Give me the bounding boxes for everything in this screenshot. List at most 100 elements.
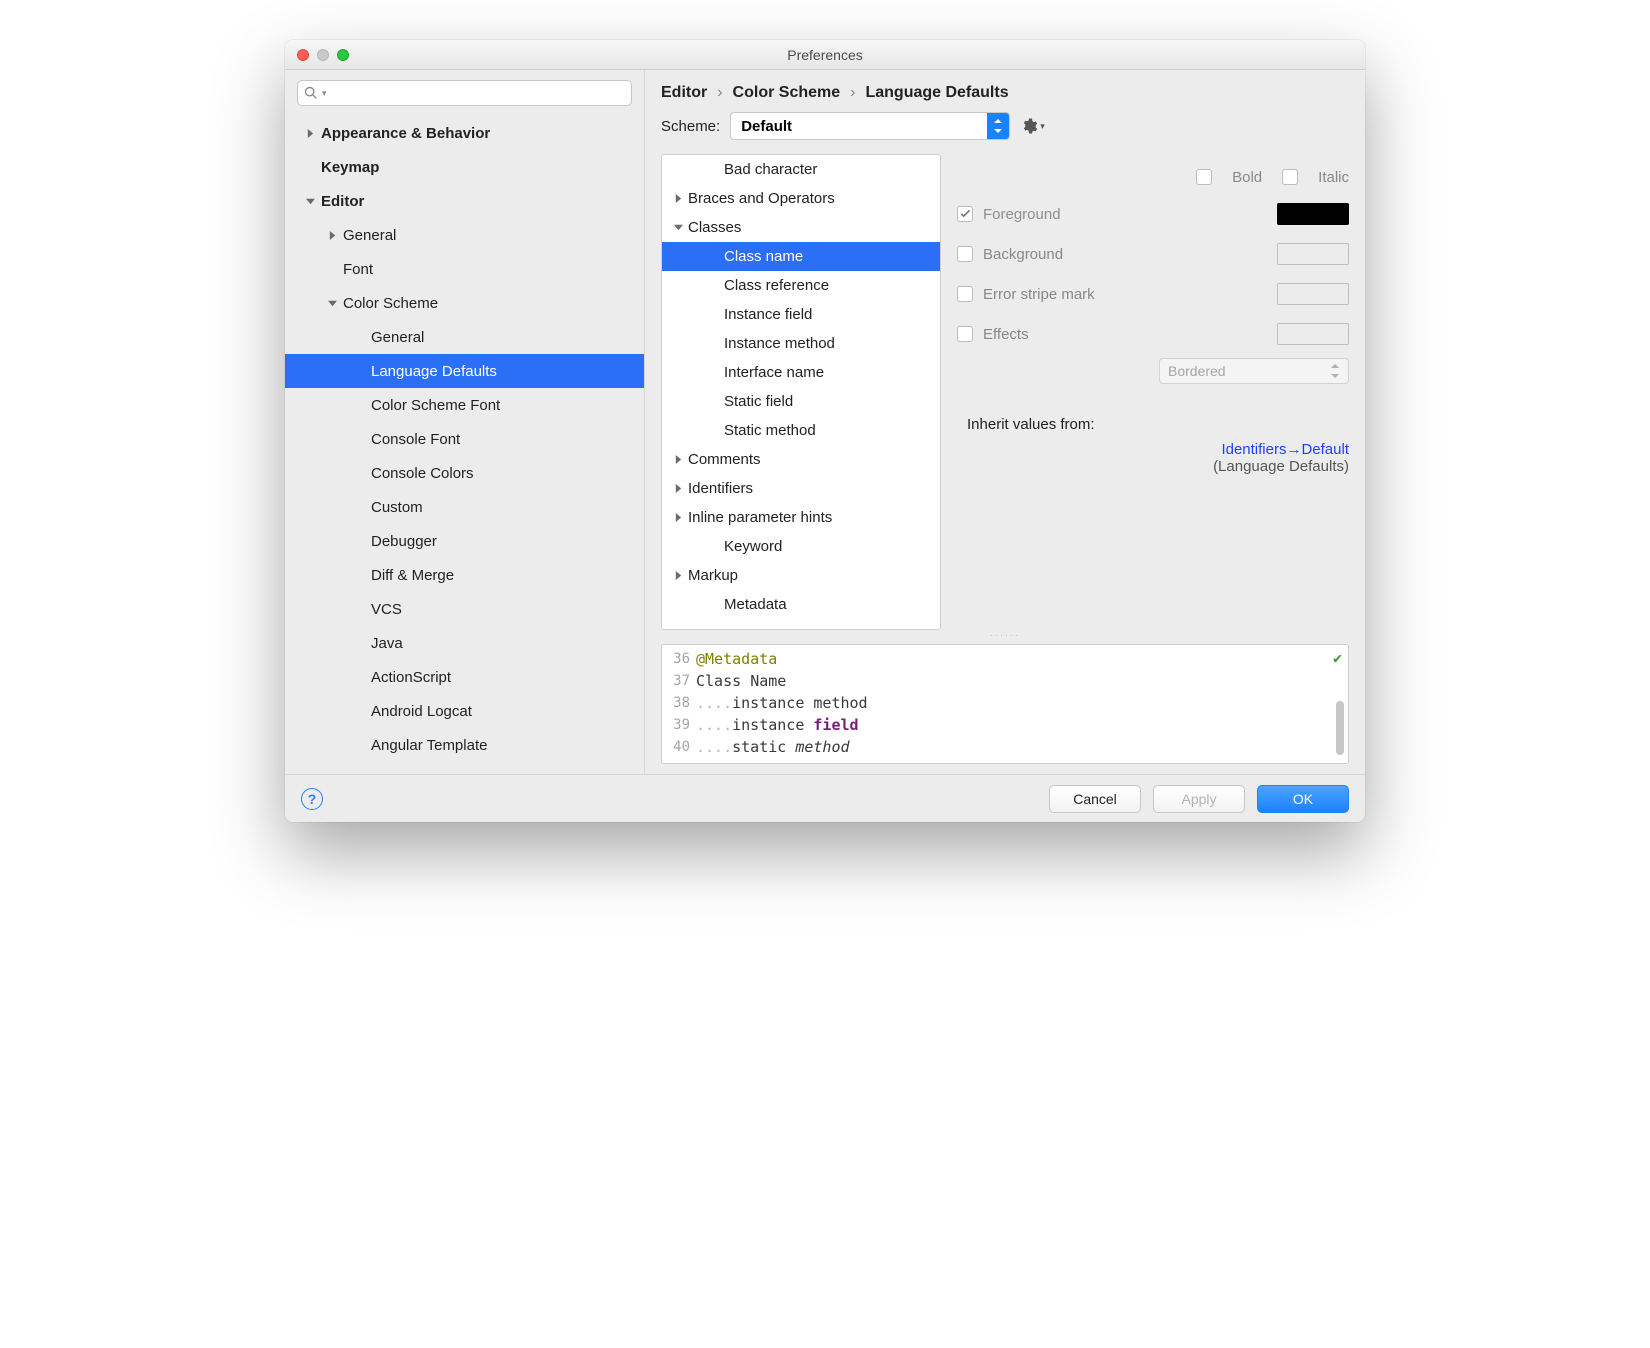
ok-button[interactable]: OK	[1257, 785, 1349, 813]
sidebar-item[interactable]: General	[285, 218, 644, 252]
category-item[interactable]: Static field	[662, 387, 940, 416]
gutter: 3637383940	[662, 645, 696, 763]
sidebar-item[interactable]: Appearance & Behavior	[285, 116, 644, 150]
sidebar-item-label: Debugger	[371, 533, 437, 550]
sidebar-item[interactable]: Android Logcat	[285, 694, 644, 728]
sidebar-item[interactable]: VCS	[285, 592, 644, 626]
background-swatch[interactable]	[1277, 243, 1349, 265]
category-label: Class name	[724, 248, 803, 265]
inherit-link[interactable]: Identifiers→Default	[957, 441, 1349, 458]
category-item[interactable]: Static method	[662, 416, 940, 445]
error-stripe-swatch[interactable]	[1277, 283, 1349, 305]
background-checkbox[interactable]	[957, 246, 973, 262]
apply-button[interactable]: Apply	[1153, 785, 1245, 813]
help-button[interactable]: ?	[301, 788, 323, 810]
preferences-window: Preferences ▾ Appearance & Behavior Keyma…	[285, 40, 1365, 822]
tree-arrow-icon	[670, 223, 686, 232]
category-item[interactable]: Bad character	[662, 155, 940, 184]
category-item[interactable]: Instance method	[662, 329, 940, 358]
category-item[interactable]: Braces and Operators	[662, 184, 940, 213]
scheme-combo[interactable]: Default	[730, 112, 1010, 140]
category-item[interactable]: Identifiers	[662, 474, 940, 503]
footer: ? Cancel Apply OK	[285, 774, 1365, 822]
category-item[interactable]: Keyword	[662, 532, 940, 561]
search-dropdown-icon[interactable]: ▾	[322, 88, 327, 99]
effects-swatch[interactable]	[1277, 323, 1349, 345]
sidebar-item[interactable]: Color Scheme	[285, 286, 644, 320]
cancel-button[interactable]: Cancel	[1049, 785, 1141, 813]
search-input[interactable]	[331, 86, 625, 101]
sidebar-item-label: ActionScript	[371, 669, 451, 686]
category-item[interactable]: Class reference	[662, 271, 940, 300]
sidebar-item[interactable]: Language Defaults	[285, 354, 644, 388]
bold-checkbox[interactable]	[1196, 169, 1212, 185]
sidebar-item[interactable]: Angular Template	[285, 728, 644, 762]
sidebar-item[interactable]: Diff & Merge	[285, 558, 644, 592]
sidebar-item[interactable]: Java	[285, 626, 644, 660]
category-label: Braces and Operators	[688, 190, 835, 207]
category-item[interactable]: Interface name	[662, 358, 940, 387]
error-stripe-checkbox[interactable]	[957, 286, 973, 302]
preview-editor[interactable]: 3637383940 @Metadata Class Name ....inst…	[661, 644, 1349, 764]
scheme-dropdown-button[interactable]	[987, 113, 1009, 139]
sidebar-item-label: Android Logcat	[371, 703, 472, 720]
chevron-right-icon: ›	[850, 84, 855, 102]
tree-arrow-icon	[670, 571, 686, 580]
category-label: Static method	[724, 422, 816, 439]
chevron-right-icon: ›	[717, 84, 722, 102]
effects-checkbox[interactable]	[957, 326, 973, 342]
category-label: Markup	[688, 567, 738, 584]
category-label: Class reference	[724, 277, 829, 294]
sidebar-item[interactable]: Console Colors	[285, 456, 644, 490]
scheme-gear-button[interactable]: ▾	[1020, 117, 1045, 135]
bold-label: Bold	[1232, 169, 1262, 186]
foreground-checkbox[interactable]	[957, 206, 973, 222]
sidebar-item[interactable]: Keymap	[285, 150, 644, 184]
sidebar-item[interactable]: General	[285, 320, 644, 354]
sidebar-item[interactable]: Editor	[285, 184, 644, 218]
inherit-label: Inherit values from:	[967, 416, 1095, 433]
titlebar: Preferences	[285, 40, 1365, 70]
sidebar-item[interactable]: Color Scheme Font	[285, 388, 644, 422]
effects-type-value: Bordered	[1168, 363, 1226, 379]
sidebar-item-label: Console Font	[371, 431, 460, 448]
category-list[interactable]: Bad character Braces and Operators Classes…	[661, 154, 941, 630]
sidebar-item[interactable]: Debugger	[285, 524, 644, 558]
category-label: Classes	[688, 219, 741, 236]
foreground-swatch[interactable]	[1277, 203, 1349, 225]
tree-arrow-icon	[670, 513, 686, 522]
sidebar-item[interactable]: Custom	[285, 490, 644, 524]
search-icon	[304, 86, 318, 100]
splitter-grip[interactable]: ······	[645, 630, 1365, 640]
breadcrumb-item[interactable]: Language Defaults	[865, 84, 1008, 102]
scrollbar-thumb[interactable]	[1336, 701, 1344, 755]
tree-arrow-icon	[303, 129, 317, 138]
category-item[interactable]: Comments	[662, 445, 940, 474]
category-label: Comments	[688, 451, 761, 468]
sidebar-item-label: Appearance & Behavior	[321, 125, 490, 142]
tree-arrow-icon	[325, 231, 339, 240]
breadcrumb-item[interactable]: Editor	[661, 84, 707, 102]
sidebar-item-label: Java	[371, 635, 403, 652]
search-field[interactable]: ▾	[297, 80, 632, 106]
category-item[interactable]: Classes	[662, 213, 940, 242]
breadcrumb-item[interactable]: Color Scheme	[733, 84, 841, 102]
category-item[interactable]: Inline parameter hints	[662, 503, 940, 532]
category-item[interactable]: Markup	[662, 561, 940, 590]
sidebar-item-label: General	[343, 227, 396, 244]
sidebar-item[interactable]: ActionScript	[285, 660, 644, 694]
effects-label: Effects	[983, 326, 1267, 343]
sidebar-item-label: VCS	[371, 601, 402, 618]
sidebar-item[interactable]: Console Font	[285, 422, 644, 456]
category-label: Interface name	[724, 364, 824, 381]
settings-tree[interactable]: Appearance & Behavior KeymapEditor General…	[285, 116, 644, 762]
category-label: Static field	[724, 393, 793, 410]
category-item[interactable]: Class name	[662, 242, 940, 271]
sidebar-item[interactable]: Font	[285, 252, 644, 286]
category-item[interactable]: Metadata	[662, 590, 940, 619]
main-panel: Editor › Color Scheme › Language Default…	[645, 70, 1365, 774]
category-item[interactable]: Instance field	[662, 300, 940, 329]
effects-type-select[interactable]: Bordered	[1159, 358, 1349, 384]
italic-checkbox[interactable]	[1282, 169, 1298, 185]
inherit-sub: (Language Defaults)	[957, 458, 1349, 475]
